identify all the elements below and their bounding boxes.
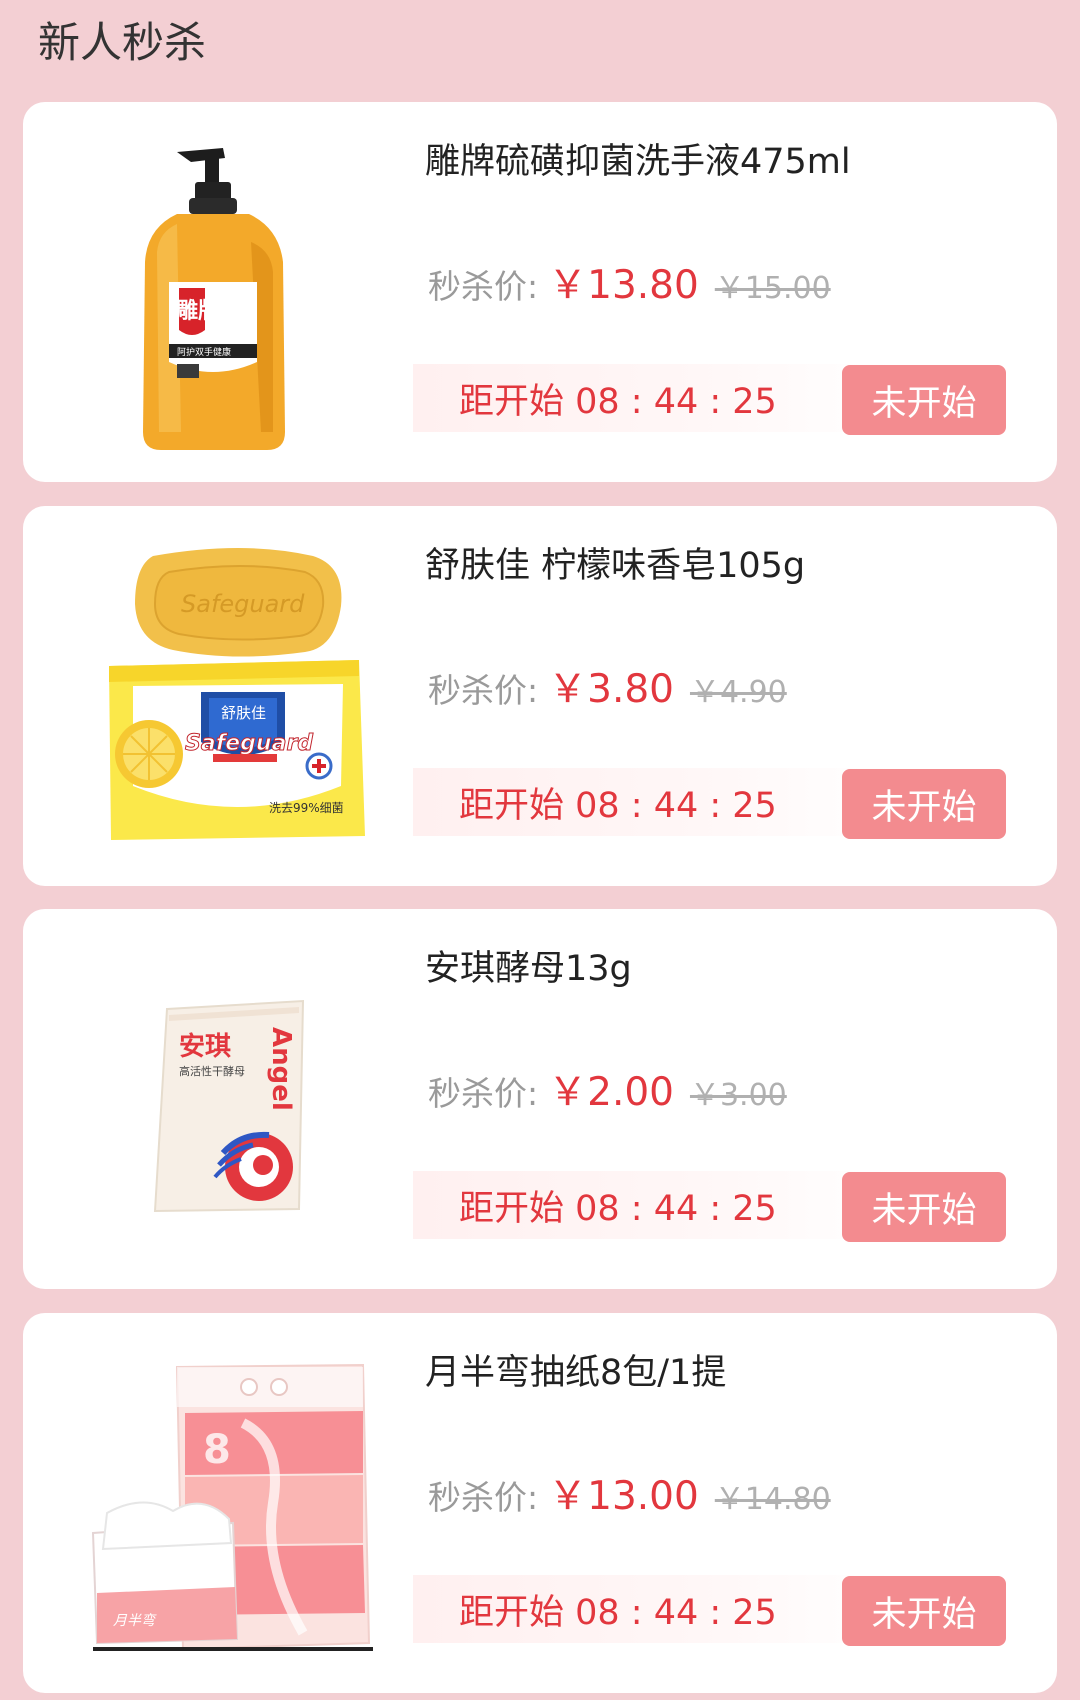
svg-text:洗去99%细菌: 洗去99%细菌 bbox=[269, 801, 344, 815]
price-label: 秒杀价: bbox=[428, 1478, 539, 1517]
flash-sale-price: ￥3.80 bbox=[548, 667, 674, 712]
product-name[interactable]: 雕牌硫磺抑菌洗手液475ml bbox=[425, 138, 851, 186]
product-name[interactable]: 月半弯抽纸8包/1提 bbox=[425, 1349, 726, 1397]
not-started-button[interactable]: 未开始 bbox=[842, 365, 1006, 435]
flash-sale-price: ￥2.00 bbox=[548, 1070, 674, 1115]
flash-sale-price: ￥13.00 bbox=[548, 1474, 699, 1519]
svg-text:8: 8 bbox=[203, 1427, 231, 1473]
countdown-bar: 距开始 08 : 44 : 25 bbox=[413, 1171, 893, 1239]
countdown-timer: 距开始 08 : 44 : 25 bbox=[459, 1592, 777, 1633]
countdown-timer: 距开始 08 : 44 : 25 bbox=[459, 381, 777, 422]
product-image[interactable]: Safeguard 舒肤佳 Safeguard 洗去99%细菌 bbox=[73, 536, 393, 856]
original-price: ￥14.80 bbox=[714, 1482, 831, 1517]
price-label: 秒杀价: bbox=[428, 267, 539, 306]
not-started-button[interactable]: 未开始 bbox=[842, 1576, 1006, 1646]
countdown-bar: 距开始 08 : 44 : 25 bbox=[413, 1575, 893, 1643]
svg-text:Safeguard: Safeguard bbox=[185, 731, 313, 756]
product-card[interactable]: 8 月半弯 月半弯抽纸8包/1提 秒杀价: ￥13.00 ￥14.80 距开始 … bbox=[23, 1313, 1057, 1693]
svg-text:舒肤佳: 舒肤佳 bbox=[221, 704, 266, 722]
countdown-bar: 距开始 08 : 44 : 25 bbox=[413, 768, 893, 836]
price-label: 秒杀价: bbox=[428, 671, 539, 710]
original-price: ￥15.00 bbox=[714, 271, 831, 306]
svg-text:Safeguard: Safeguard bbox=[181, 590, 305, 618]
price-label: 秒杀价: bbox=[428, 1074, 539, 1113]
countdown-timer: 距开始 08 : 44 : 25 bbox=[459, 1188, 777, 1229]
product-image[interactable]: 安琪 高活性干酵母 Angel bbox=[73, 939, 393, 1259]
price-row: 秒杀价: ￥3.80 ￥4.90 bbox=[428, 658, 787, 714]
soap-bar-box-icon: Safeguard 舒肤佳 Safeguard 洗去99%细菌 bbox=[109, 548, 365, 840]
countdown-timer: 距开始 08 : 44 : 25 bbox=[459, 785, 777, 826]
svg-text:安琪: 安琪 bbox=[179, 1032, 231, 1062]
not-started-button[interactable]: 未开始 bbox=[842, 769, 1006, 839]
product-name[interactable]: 舒肤佳 柠檬味香皂105g bbox=[425, 542, 805, 590]
product-name[interactable]: 安琪酵母13g bbox=[425, 945, 632, 993]
page-title: 新人秒杀 bbox=[38, 18, 207, 67]
yeast-packet-icon: 安琪 高活性干酵母 Angel bbox=[153, 999, 305, 1213]
tissue-pack-icon: 8 月半弯 bbox=[91, 1363, 373, 1651]
svg-text:月半弯: 月半弯 bbox=[113, 1613, 157, 1629]
price-row: 秒杀价: ￥13.80 ￥15.00 bbox=[428, 254, 831, 310]
product-image[interactable]: 8 月半弯 bbox=[73, 1343, 393, 1663]
price-row: 秒杀价: ￥2.00 ￥3.00 bbox=[428, 1061, 787, 1117]
svg-text:雕牌: 雕牌 bbox=[176, 298, 220, 324]
countdown-bar: 距开始 08 : 44 : 25 bbox=[413, 364, 893, 432]
product-image[interactable]: 雕牌 阿护双手健康 bbox=[73, 132, 393, 452]
original-price: ￥4.90 bbox=[689, 675, 787, 710]
svg-text:高活性干酵母: 高活性干酵母 bbox=[179, 1064, 245, 1078]
price-row: 秒杀价: ￥13.00 ￥14.80 bbox=[428, 1465, 831, 1521]
product-card[interactable]: 雕牌 阿护双手健康 雕牌硫磺抑菌洗手液475ml 秒杀价: ￥13.80 ￥15… bbox=[23, 102, 1057, 482]
original-price: ￥3.00 bbox=[689, 1078, 787, 1113]
product-card[interactable]: Safeguard 舒肤佳 Safeguard 洗去99%细菌 舒肤佳 柠檬味香… bbox=[23, 506, 1057, 886]
product-card[interactable]: 安琪 高活性干酵母 Angel 安琪酵母13g 秒杀价: ￥2.00 ￥3.00… bbox=[23, 909, 1057, 1289]
hand-soap-bottle-icon: 雕牌 阿护双手健康 bbox=[143, 148, 285, 450]
svg-text:Angel: Angel bbox=[266, 1027, 296, 1111]
not-started-button[interactable]: 未开始 bbox=[842, 1172, 1006, 1242]
flash-sale-price: ￥13.80 bbox=[548, 263, 699, 308]
svg-text:阿护双手健康: 阿护双手健康 bbox=[177, 346, 231, 358]
